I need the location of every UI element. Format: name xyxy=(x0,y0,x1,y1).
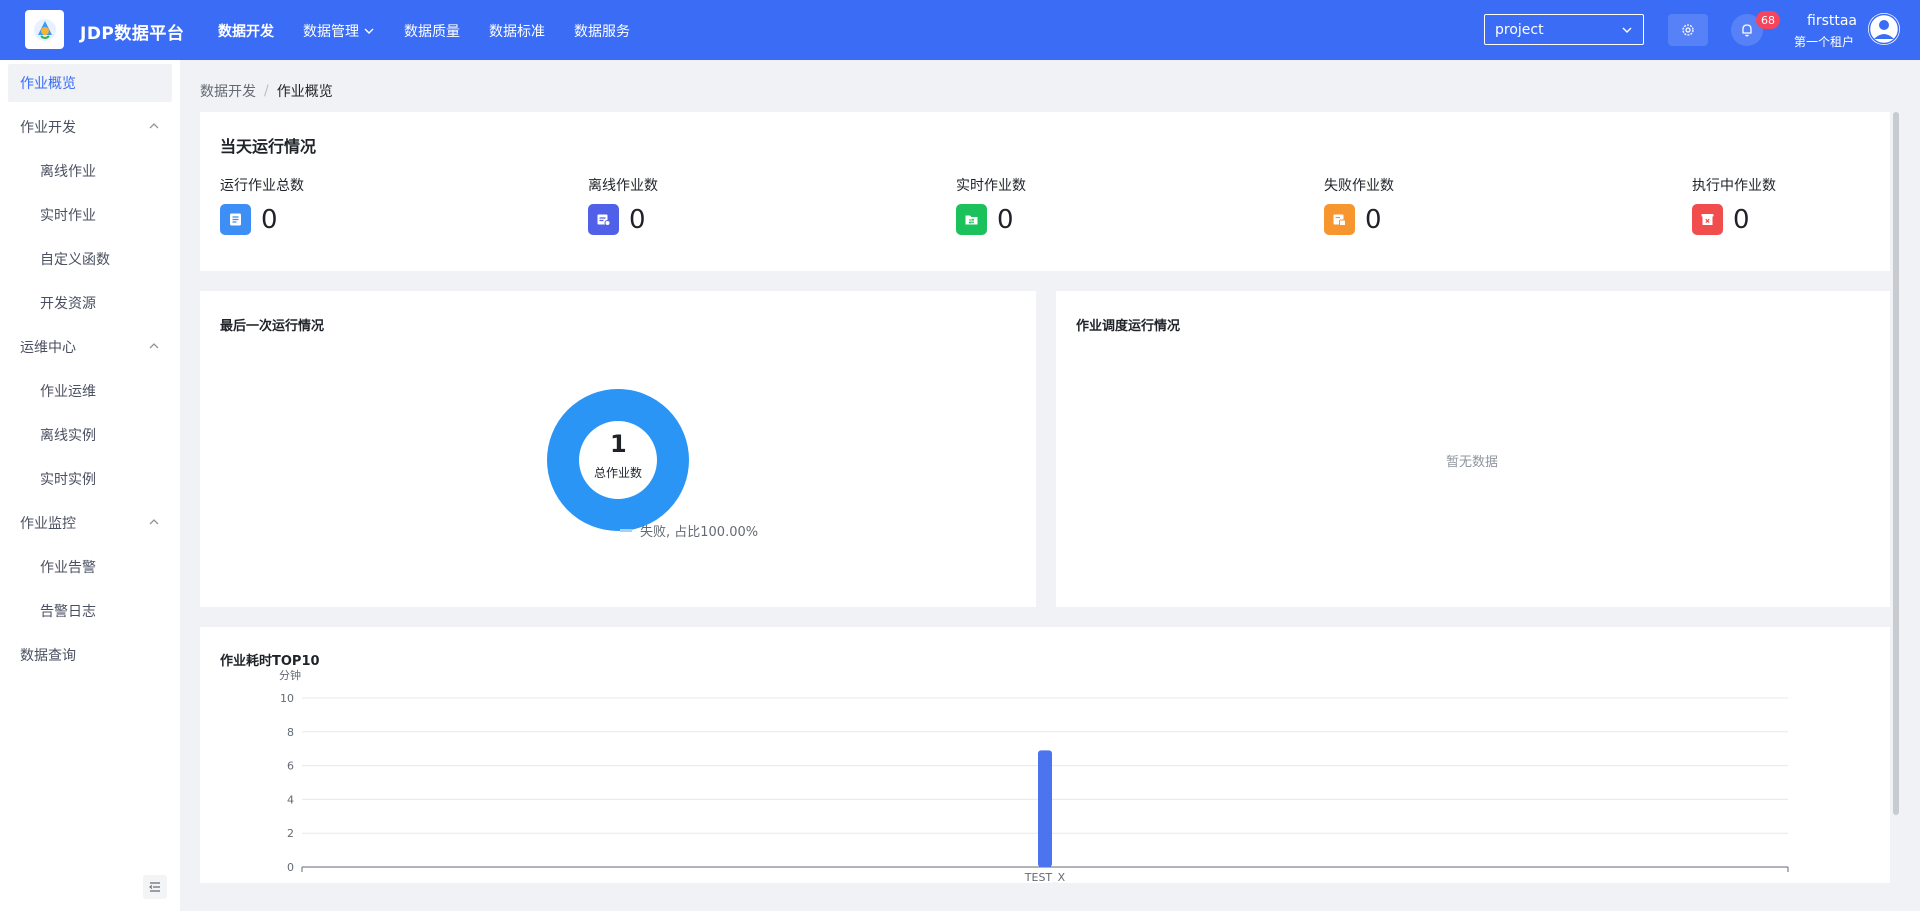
x-tick-label: TEST_X xyxy=(1024,871,1066,883)
app-logo[interactable] xyxy=(25,10,64,49)
sidebar-group-ops-center[interactable]: 运维中心 xyxy=(8,328,172,366)
donut-slice-failed[interactable] xyxy=(547,389,689,531)
notification-badge: 68 xyxy=(1756,11,1780,29)
sidebar-item-dev-resource[interactable]: 开发资源 xyxy=(8,284,172,322)
top10-bar-chart: 分钟 0 2 4 6 8 10 TEST_X xyxy=(279,668,1789,883)
today-stats-card xyxy=(200,112,1890,271)
collapse-menu-icon xyxy=(149,882,160,892)
offline-job-icon xyxy=(588,204,619,235)
sidebar-item-job-alert[interactable]: 作业告警 xyxy=(8,548,172,586)
legend-label: 失败, 占比100.00% xyxy=(640,525,759,540)
legend-swatch xyxy=(620,529,632,532)
breadcrumb-current: 作业概览 xyxy=(276,84,333,100)
sidebar-item-job-overview[interactable]: 作业概览 xyxy=(8,64,172,102)
tenant-name[interactable]: 第一个租户 xyxy=(1794,33,1854,50)
avatar[interactable] xyxy=(1868,13,1900,45)
stat-total-jobs: 运行作业总数 0 xyxy=(220,175,304,235)
stat-value: 0 xyxy=(261,204,278,235)
bell-icon xyxy=(1742,24,1752,37)
user-name[interactable]: firsttaa xyxy=(1807,13,1857,29)
settings-button[interactable] xyxy=(1668,14,1708,46)
y-tick-label: 0 xyxy=(287,861,294,874)
last-run-donut xyxy=(547,389,689,531)
sidebar-item-offline-instance[interactable]: 离线实例 xyxy=(8,416,172,454)
chart-bar[interactable] xyxy=(1038,750,1052,867)
user-icon xyxy=(1868,13,1900,45)
chevron-up-icon xyxy=(149,343,159,349)
stat-label: 运行作业总数 xyxy=(220,178,304,194)
donut-total-value: 1 xyxy=(610,430,627,458)
sidebar-item-alert-log[interactable]: 告警日志 xyxy=(8,592,172,630)
nav-data-service[interactable]: 数据服务 xyxy=(574,21,630,41)
list-icon xyxy=(220,204,251,235)
breadcrumb-separator: / xyxy=(264,83,269,99)
sidebar-group-job-dev[interactable]: 作业开发 xyxy=(8,108,172,146)
stat-label: 实时作业数 xyxy=(956,178,1026,194)
sidebar: 作业概览 作业开发 离线作业 实时作业 自定义函数 开发资源 运维中心 作业运维… xyxy=(0,60,180,911)
main-scrollbar[interactable] xyxy=(1893,112,1899,815)
chevron-up-icon xyxy=(149,519,159,525)
nav-data-management[interactable]: 数据管理 xyxy=(303,21,375,41)
sidebar-group-job-monitor[interactable]: 作业监控 xyxy=(8,504,172,542)
realtime-job-icon xyxy=(956,204,987,235)
y-tick-label: 8 xyxy=(287,726,294,739)
stat-realtime-jobs: 实时作业数 0 xyxy=(956,175,1026,235)
y-tick-label: 2 xyxy=(287,827,294,840)
sidebar-item-realtime-job[interactable]: 实时作业 xyxy=(8,196,172,234)
stat-value: 0 xyxy=(997,204,1014,235)
chevron-up-icon xyxy=(149,123,159,129)
last-run-title: 最后一次运行情况 xyxy=(220,319,325,334)
nav-data-quality[interactable]: 数据质量 xyxy=(404,21,460,41)
stat-label: 离线作业数 xyxy=(588,178,658,194)
breadcrumb-parent[interactable]: 数据开发 xyxy=(200,81,256,101)
schedule-title: 作业调度运行情况 xyxy=(1076,319,1181,334)
y-axis-unit-label: 分钟 xyxy=(279,668,301,682)
stat-failed-jobs: 失败作业数 0 xyxy=(1324,175,1394,235)
stat-label: 失败作业数 xyxy=(1324,178,1394,194)
empty-state-text: 暂无数据 xyxy=(1446,455,1499,470)
stat-value: 0 xyxy=(1365,204,1382,235)
running-job-icon xyxy=(1692,204,1723,235)
sidebar-item-data-query[interactable]: 数据查询 xyxy=(8,636,172,674)
app-name: JDP数据平台 xyxy=(80,24,185,44)
sidebar-collapse-button[interactable] xyxy=(143,875,167,899)
y-tick-label: 4 xyxy=(287,793,294,806)
stat-label: 执行中作业数 xyxy=(1692,178,1776,194)
gear-icon xyxy=(1682,24,1694,36)
sidebar-item-job-ops[interactable]: 作业运维 xyxy=(8,372,172,410)
project-select-value: project xyxy=(1495,21,1544,38)
chevron-down-icon xyxy=(1622,27,1632,33)
sidebar-item-realtime-instance[interactable]: 实时实例 xyxy=(8,460,172,498)
stat-running-jobs: 执行中作业数 0 xyxy=(1692,175,1776,235)
stat-value: 0 xyxy=(629,204,646,235)
y-tick-label: 10 xyxy=(280,692,294,705)
sidebar-item-udf[interactable]: 自定义函数 xyxy=(8,240,172,278)
y-tick-label: 6 xyxy=(287,760,294,773)
donut-legend[interactable]: 失败, 占比100.00% xyxy=(620,521,758,540)
today-title: 当天运行情况 xyxy=(220,137,317,156)
stat-value: 0 xyxy=(1733,204,1750,235)
top-navbar: JDP数据平台 数据开发 数据管理 数据质量 数据标准 数据服务 project… xyxy=(0,0,1920,60)
project-select[interactable]: project xyxy=(1484,14,1644,45)
nav-data-dev[interactable]: 数据开发 xyxy=(218,21,274,41)
schedule-card xyxy=(1056,291,1890,607)
failed-job-icon xyxy=(1324,204,1355,235)
sidebar-item-offline-job[interactable]: 离线作业 xyxy=(8,152,172,190)
main-nav: 数据开发 数据管理 数据质量 数据标准 数据服务 xyxy=(218,21,659,41)
stat-offline-jobs: 离线作业数 0 xyxy=(588,175,658,235)
donut-total-label: 总作业数 xyxy=(594,466,643,480)
nav-data-standard[interactable]: 数据标准 xyxy=(489,21,545,41)
chevron-down-icon xyxy=(364,28,374,34)
breadcrumb: 数据开发 / 作业概览 xyxy=(200,81,333,101)
